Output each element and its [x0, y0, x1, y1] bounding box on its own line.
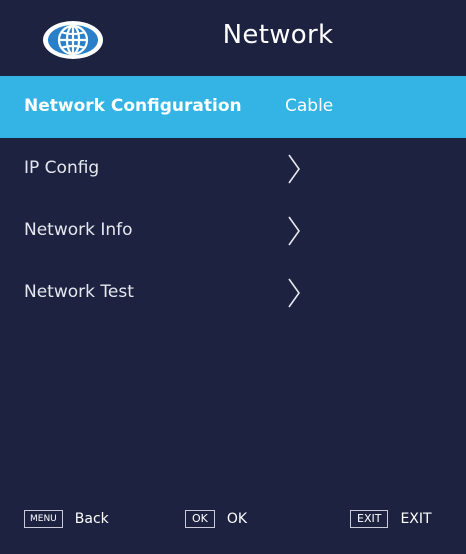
network-menu-panel: Network Network Configuration Cable IP C… — [0, 0, 466, 554]
menu-header: Network — [0, 0, 466, 76]
menu-key-icon: MENU — [24, 510, 63, 528]
chevron-right-icon — [288, 216, 300, 246]
menu-item-label: Network Test — [24, 282, 134, 302]
ok-key-icon: OK — [185, 510, 215, 528]
menu-item-network-info[interactable]: Network Info — [0, 200, 466, 262]
key-hints-bar: MENU Back OK OK EXIT EXIT — [0, 510, 466, 540]
menu-item-label: Network Configuration — [24, 96, 242, 116]
exit-hint[interactable]: EXIT EXIT — [350, 510, 432, 528]
page-title: Network — [222, 20, 334, 50]
back-label: Back — [74, 511, 109, 527]
chevron-right-icon — [288, 278, 300, 308]
ok-hint[interactable]: OK OK — [185, 510, 247, 528]
exit-key-icon: EXIT — [350, 510, 389, 528]
menu-item-label: Network Info — [24, 220, 133, 240]
chevron-right-icon — [288, 154, 300, 184]
ok-label: OK — [226, 511, 248, 527]
exit-label: EXIT — [400, 511, 432, 527]
back-hint[interactable]: MENU Back — [24, 510, 109, 528]
menu-item-network-configuration[interactable]: Network Configuration Cable — [0, 76, 466, 138]
menu-item-network-test[interactable]: Network Test — [0, 262, 466, 324]
menu-item-ip-config[interactable]: IP Config — [0, 138, 466, 200]
menu-item-value: Cable — [285, 96, 334, 116]
menu-item-label: IP Config — [24, 158, 100, 178]
menu-list: Network Configuration Cable IP Config Ne… — [0, 76, 466, 324]
